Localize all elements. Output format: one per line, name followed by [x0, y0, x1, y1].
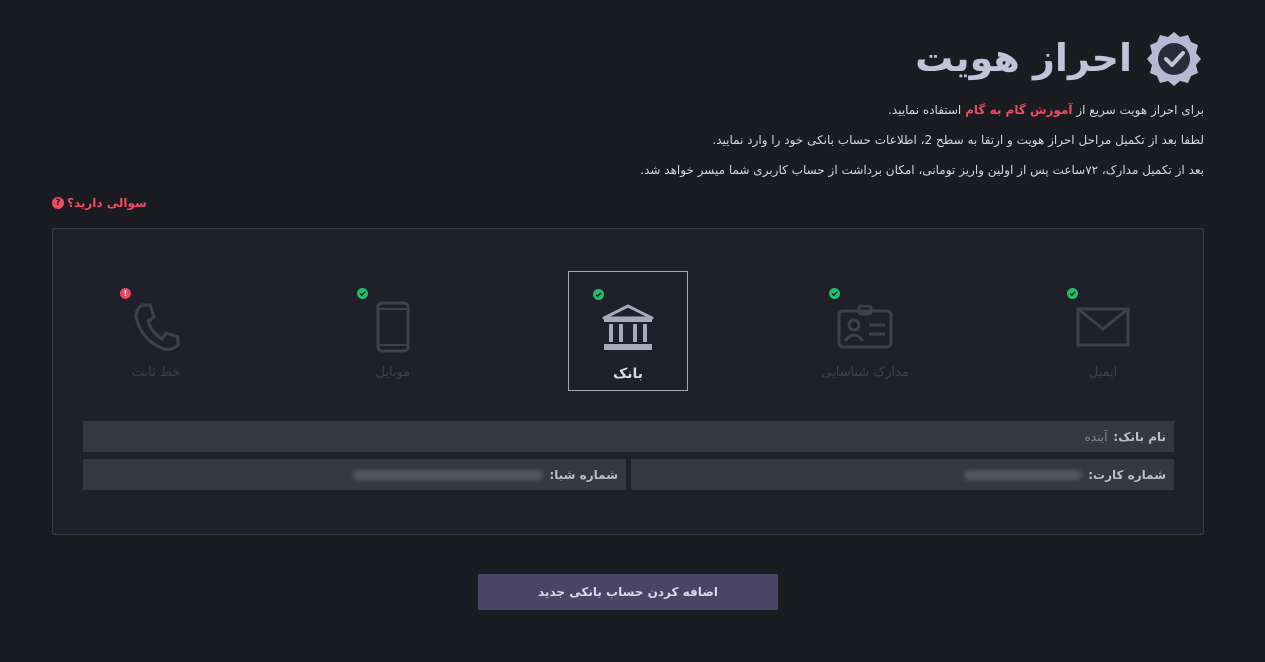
mobile-icon [376, 301, 410, 353]
bank-name-value: آینده [1084, 429, 1108, 444]
step-mobile[interactable]: موبایل [333, 271, 453, 391]
sheba-value-masked [353, 469, 544, 480]
verification-panel: ایمیل مدارک شناسایی بانک موبایل ! خط ثاب… [52, 228, 1204, 535]
header: احراز هویت [915, 30, 1202, 86]
id-card-icon [837, 305, 893, 349]
step-label: ایمیل [1088, 365, 1118, 380]
page-title: احراز هویت [915, 36, 1132, 80]
bank-name-field: نام بانک: آینده [83, 421, 1174, 452]
error-icon: ! [120, 288, 131, 299]
check-icon [357, 288, 368, 299]
question-link[interactable]: سوالی دارید؟ ? [52, 196, 147, 210]
page: احراز هویت برای احراز هویت سریع از آموزش… [0, 0, 1265, 662]
bank-name-label: نام بانک: [1113, 429, 1166, 444]
phone-icon [134, 303, 180, 351]
step-id-documents[interactable]: مدارک شناسایی [805, 271, 925, 391]
intro-line-2: لطفا بعد از تکمیل مراحل احراز هویت و ارت… [712, 133, 1204, 147]
card-number-field: شماره کارت: [631, 459, 1174, 490]
intro-line-1: برای احراز هویت سریع از آموزش گام به گام… [888, 103, 1204, 117]
step-label: مدارک شناسایی [821, 365, 909, 380]
intro-text: استفاده نمایید. [888, 103, 962, 117]
intro-line-3: بعد از تکمیل مدارک، ۷۲ساعت پس از اولین و… [640, 163, 1204, 177]
check-icon [593, 289, 604, 300]
sheba-label: شماره شبا: [549, 467, 618, 482]
envelope-icon [1076, 307, 1130, 347]
check-icon [829, 288, 840, 299]
verified-badge-icon [1147, 32, 1201, 86]
bank-icon [602, 304, 654, 350]
tutorial-link[interactable]: آموزش گام به گام [965, 103, 1072, 117]
add-bank-account-button[interactable]: اضافه کردن حساب بانکی جدید [478, 574, 778, 610]
question-icon: ? [52, 197, 64, 209]
card-number-label: شماره کارت: [1088, 467, 1166, 482]
step-email[interactable]: ایمیل [1043, 271, 1163, 391]
step-landline[interactable]: ! خط ثابت [96, 271, 216, 391]
step-label: موبایل [375, 365, 411, 380]
intro-text: برای احراز هویت سریع از [1076, 103, 1204, 117]
question-label: سوالی دارید؟ [67, 196, 147, 210]
sheba-field: شماره شبا: [83, 459, 626, 490]
card-number-value-masked [964, 469, 1083, 480]
step-label: خط ثابت [131, 365, 181, 380]
step-label: بانک [612, 366, 644, 382]
check-icon [1067, 288, 1078, 299]
step-bank[interactable]: بانک [568, 271, 688, 391]
